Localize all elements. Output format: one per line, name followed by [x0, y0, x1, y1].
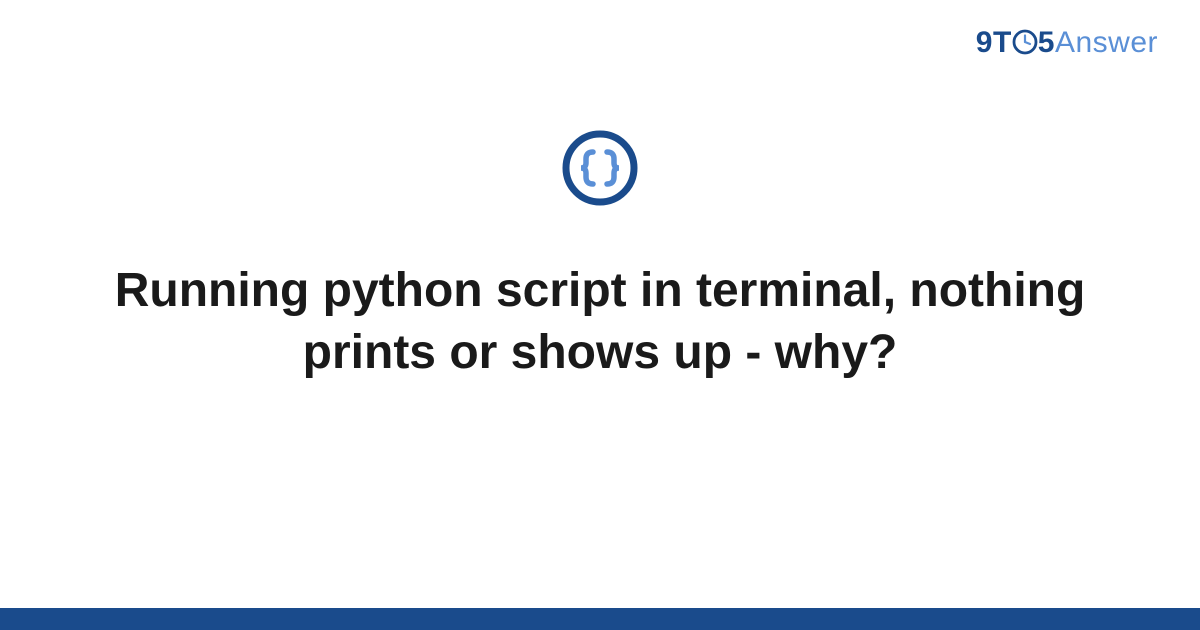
brand-part-answer: Answer: [1055, 26, 1158, 59]
brand-part-9: 9: [976, 26, 993, 59]
clock-icon: [1012, 29, 1038, 55]
brand-part-t: T: [993, 26, 1012, 59]
brand-part-5: 5: [1038, 26, 1055, 59]
code-braces-icon: [560, 128, 640, 208]
footer-bar: [0, 608, 1200, 630]
page-title: Running python script in terminal, nothi…: [0, 260, 1200, 385]
brand-logo: 9T5Answer: [976, 26, 1158, 60]
